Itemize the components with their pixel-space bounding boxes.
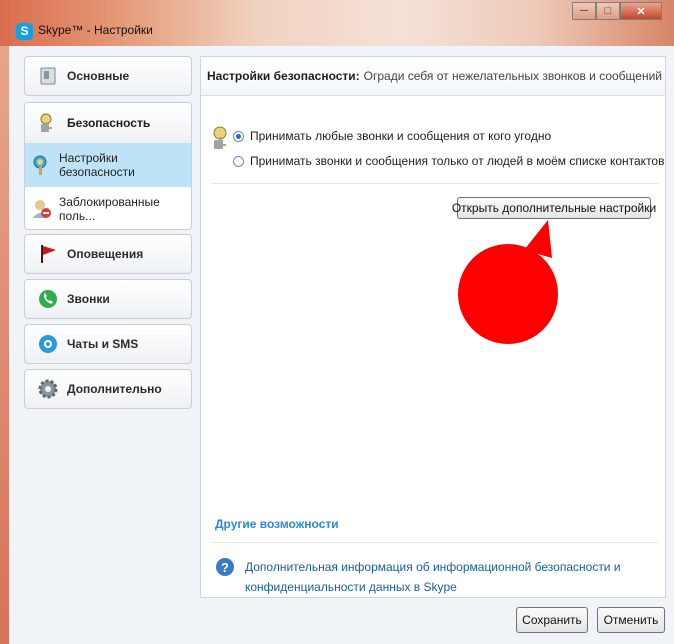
annotation-red-circle	[458, 244, 558, 344]
annotation-pointer	[524, 220, 552, 258]
settings-window: S Skype™ - Настройки ─ □ ✕ Основные Безо…	[0, 0, 674, 644]
